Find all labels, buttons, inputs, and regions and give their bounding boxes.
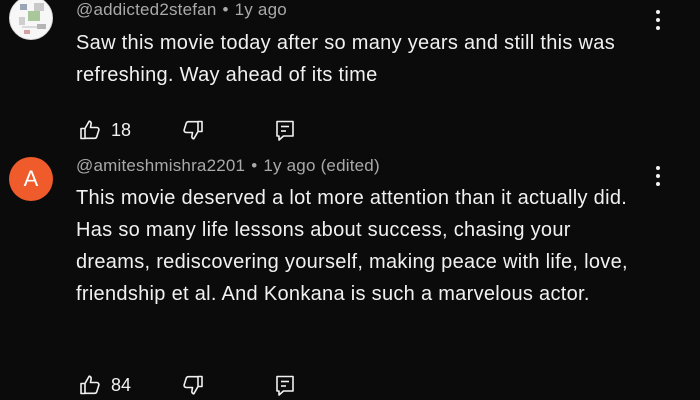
thumbs-down-icon	[183, 120, 203, 140]
reply-button[interactable]	[273, 373, 297, 397]
thumbs-down-icon	[183, 375, 203, 395]
thumbs-up-icon	[80, 375, 100, 395]
edited-label: (edited)	[320, 156, 380, 175]
meta-separator: •	[251, 156, 258, 175]
comment-text: This movie deserved a lot more attention…	[76, 187, 628, 305]
reply-button[interactable]	[273, 118, 297, 142]
like-button[interactable]: 18	[78, 118, 131, 142]
comment-text: Saw this movie today after so many years…	[76, 32, 616, 86]
dislike-button[interactable]	[181, 373, 205, 397]
avatar[interactable]	[9, 0, 53, 40]
more-vertical-icon[interactable]	[648, 162, 668, 190]
like-count: 84	[111, 374, 132, 395]
comment-meta: @addicted2stefan • 1y ago	[76, 0, 287, 20]
comment-time: 1y ago	[234, 0, 287, 19]
meta-separator: •	[222, 0, 229, 19]
comment-author[interactable]: @addicted2stefan	[76, 0, 217, 19]
more-vertical-icon[interactable]	[648, 6, 668, 34]
dislike-button[interactable]	[181, 118, 205, 142]
like-count: 18	[111, 119, 132, 140]
comment-meta: @amiteshmishra2201 • 1y ago (edited)	[76, 156, 380, 176]
comment-author[interactable]: @amiteshmishra2201	[76, 156, 245, 175]
reply-comment-icon	[276, 120, 294, 141]
avatar[interactable]: A	[9, 157, 53, 201]
like-button[interactable]: 84	[78, 373, 131, 397]
thumbs-up-icon	[80, 120, 100, 140]
comment-time: 1y ago	[263, 156, 316, 175]
avatar-letter: A	[23, 166, 39, 191]
avatar-thumbnail-icon	[10, 0, 52, 39]
reply-comment-icon	[276, 375, 294, 396]
